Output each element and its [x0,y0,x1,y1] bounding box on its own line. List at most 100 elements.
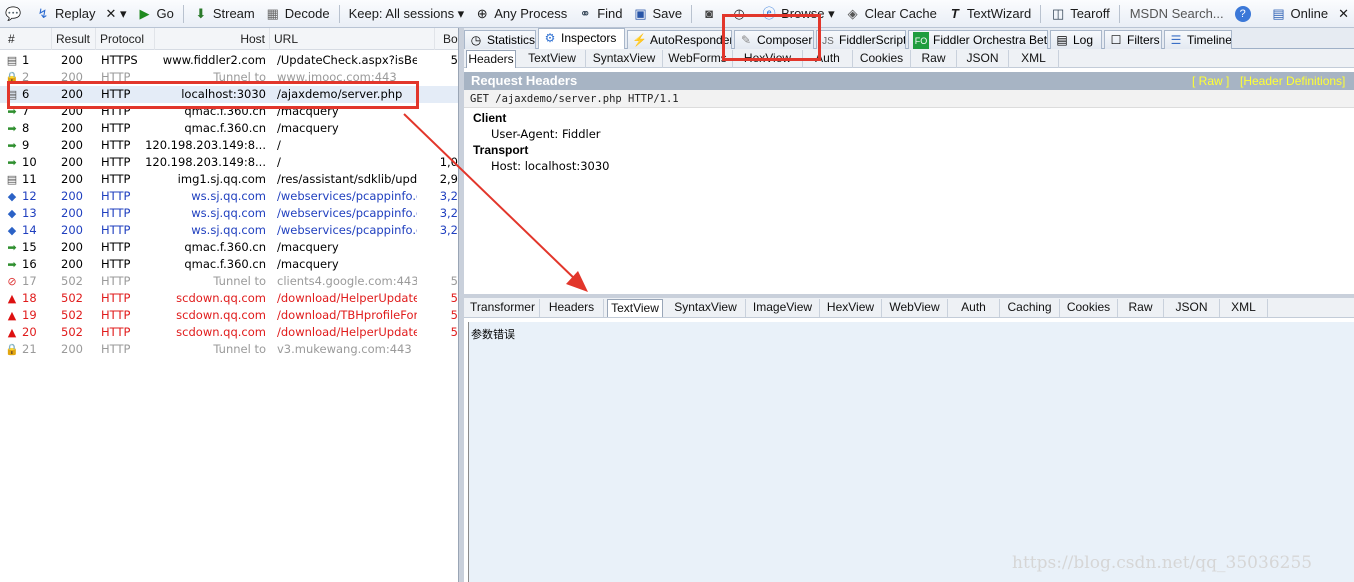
highlight-box-session [7,81,419,109]
save-button[interactable]: ▣ Save [628,0,688,27]
tab-fiddlerscript[interactable]: JS FiddlerScript [816,30,906,49]
header-user-agent[interactable]: User-Agent: Fiddler [491,127,601,141]
session-url: /webservices/pcappinfo.d... [277,189,417,203]
textwizard-button[interactable]: T TextWizard [942,0,1036,27]
response-tab-hexview[interactable]: HexView [820,299,882,317]
go-button[interactable]: ▶ Go [132,0,179,27]
tab-timeline[interactable]: ☰ Timeline [1164,30,1232,49]
column-body[interactable]: Bo [439,28,458,50]
response-tab-xml[interactable]: XML [1220,299,1268,317]
session-body: 2,9 [439,172,458,186]
session-row[interactable]: ◆ 12 200 HTTP ws.sj.qq.com/webservices/pcapp… [0,188,458,205]
response-tab-cookies[interactable]: Cookies [1060,299,1118,317]
tab-filters[interactable]: ☐ Filters [1104,30,1162,49]
response-tab-headers[interactable]: Headers [540,299,604,317]
tab-fiddler-orchestra[interactable]: FO Fiddler Orchestra Beta [908,30,1048,49]
stream-button[interactable]: ⬇ Stream [188,0,260,27]
raw-link[interactable]: [ Raw ] [1192,72,1229,90]
clear-cache-button[interactable]: ◈ Clear Cache [840,0,942,27]
online-indicator[interactable]: ▤ Online [1266,0,1334,27]
header-group-transport[interactable]: Transport [473,143,528,157]
column-number[interactable]: # [4,28,52,50]
session-url: /download/HelperUpdate.... [277,291,417,305]
tab-label: FiddlerScript [839,33,906,47]
session-body: 5 [450,308,458,322]
tearoff-label: Tearoff [1070,6,1110,21]
request-headers-tree[interactable]: Client User-Agent: Fiddler Transport Hos… [464,108,1354,294]
response-tab-textview[interactable]: TextView [607,299,663,317]
response-tab-syntaxview[interactable]: SyntaxView [666,299,746,317]
column-host[interactable]: Host [155,28,270,50]
tearoff-button[interactable]: ◫ Tearoff [1045,0,1115,27]
session-row[interactable]: ▤ 11 200 HTTP img1.sj.qq.com/res/assistant/s… [0,171,458,188]
response-tab-imageview[interactable]: ImageView [746,299,820,317]
session-row[interactable]: ⊘ 17 502 HTTP Tunnel to clients4.google.com:4… [0,273,458,290]
session-result: 200 [61,172,83,186]
session-row[interactable]: 🔒 21 200 HTTP Tunnel to v3.mukewang.com:443 [0,341,458,358]
response-tab-raw[interactable]: Raw [1118,299,1164,317]
help-button[interactable]: ? [1230,0,1260,27]
replay-button[interactable]: ↯ Replay [30,0,100,27]
request-tab-xml[interactable]: XML [1009,50,1059,68]
request-tab-json[interactable]: JSON [957,50,1009,68]
column-result[interactable]: Result [52,28,96,50]
response-tab-auth[interactable]: Auth [948,299,1000,317]
close-toolbar-button[interactable]: ✕ [1333,0,1354,27]
tab-statistics[interactable]: ◷ Statistics [464,30,536,49]
request-tab-raw[interactable]: Raw [911,50,957,68]
response-tab-webview[interactable]: WebView [882,299,948,317]
session-row[interactable]: ➡ 10 200 HTTP 120.198.203.149:8.../1,0 [0,154,458,171]
header-host[interactable]: Host: localhost:3030 [491,159,609,173]
keep-sessions-dropdown[interactable]: Keep: All sessions ▾ [344,0,470,27]
session-result: 502 [61,291,83,305]
find-button[interactable]: ⚭ Find [572,0,627,27]
comment-button[interactable]: 💬 [0,0,30,27]
session-row[interactable]: ▲ 19 502 HTTP scdown.qq.com/download/TBHprof… [0,307,458,324]
session-number: 21 [22,342,37,356]
toolbar-separator [1118,4,1120,23]
response-tab-caching[interactable]: Caching [1000,299,1060,317]
session-row[interactable]: ➡ 16 200 HTTP qmac.f.360.cn/macquery [0,256,458,273]
msdn-search-input[interactable]: MSDN Search... [1124,6,1230,21]
session-result: 200 [61,121,83,135]
remove-button[interactable]: ✕ ▾ [100,0,131,27]
script-arrow-icon: ➡ [7,258,17,271]
toolbar-separator [1040,4,1042,23]
session-row[interactable]: ▲ 20 502 HTTP scdown.qq.com/download/HelperU… [0,324,458,341]
session-row[interactable]: ◆ 13 200 HTTP ws.sj.qq.com/webservices/pcapp… [0,205,458,222]
any-process-button[interactable]: ⊕ Any Process [469,0,572,27]
request-tab-textview[interactable]: TextView [519,50,586,68]
sessions-list[interactable]: # Result Protocol Host URL Bo ▤ 1 200 HTTPS… [0,28,458,582]
request-tab-syntaxview[interactable]: SyntaxView [586,50,663,68]
session-row[interactable]: ▲ 18 502 HTTP scdown.qq.com/download/HelperU… [0,290,458,307]
xml-icon: ◆ [7,224,17,237]
response-tab-json[interactable]: JSON [1164,299,1220,317]
header-group-client[interactable]: Client [473,111,506,125]
replay-icon: ↯ [37,5,49,21]
tab-autoresponder[interactable]: ⚡ AutoResponder [627,30,732,49]
session-row[interactable]: ➡ 8 200 HTTP qmac.f.360.cn/macquery [0,120,458,137]
session-url: /webservices/pcappinfo.d... [277,223,417,237]
header-definitions-link[interactable]: [Header Definitions] [1240,72,1345,90]
toolbar-separator [182,4,184,23]
session-url: v3.mukewang.com:443 [277,342,412,356]
decode-button[interactable]: ▦ Decode [260,0,335,27]
response-tab-transformer[interactable]: Transformer [466,299,540,317]
request-line: GET /ajaxdemo/server.php HTTP/1.1 [464,90,1354,108]
request-tab-cookies[interactable]: Cookies [853,50,911,68]
session-number: 9 [22,138,30,152]
session-row[interactable]: ➡ 15 200 HTTP qmac.f.360.cn/macquery [0,239,458,256]
session-row[interactable]: ▤ 1 200 HTTPS www.fiddler2.com/UpdateCheck.a… [0,52,458,69]
session-row[interactable]: ➡ 9 200 HTTP 120.198.203.149:8... / [0,137,458,154]
session-row[interactable]: ◆ 14 200 HTTP ws.sj.qq.com/webservices/pcapp… [0,222,458,239]
session-host: scdown.qq.com [176,308,266,322]
session-url: /res/assistant/sdklib/upda... [277,172,417,186]
tab-log[interactable]: ▤ Log [1050,30,1102,49]
column-protocol[interactable]: Protocol [96,28,155,50]
response-text-area[interactable]: 参数错误 [468,322,1354,582]
column-url[interactable]: URL [270,28,435,50]
tab-inspectors[interactable]: ⚙ Inspectors [538,28,625,50]
binoculars-icon: ⚭ [579,5,591,21]
help-icon: ? [1234,5,1251,22]
request-tab-headers[interactable]: Headers [466,50,516,68]
